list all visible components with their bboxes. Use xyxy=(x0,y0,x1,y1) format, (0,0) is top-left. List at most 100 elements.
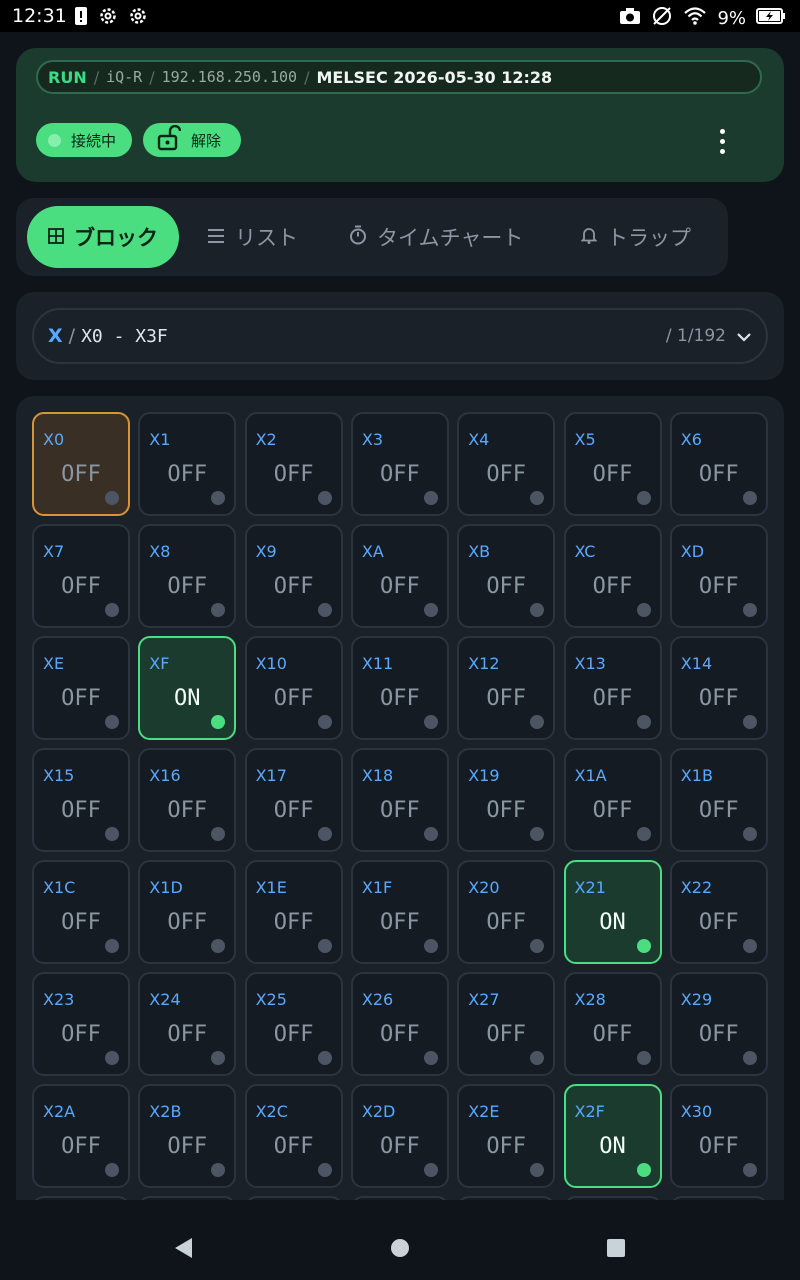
connection-path-bar[interactable]: RUN / iQ-R / 192.168.250.100 / MELSEC 20… xyxy=(36,60,762,94)
device-cell-x25[interactable]: X25 OFF xyxy=(244,972,343,1076)
device-cell-x29[interactable]: X29 OFF xyxy=(669,972,768,1076)
device-cell-x2c[interactable]: X2C OFF xyxy=(244,1084,343,1188)
device-cell-x8[interactable]: X8 OFF xyxy=(138,524,237,628)
device-cell-xe[interactable]: XE OFF xyxy=(32,636,130,740)
device-state: OFF xyxy=(592,1022,633,1047)
device-cell-x5[interactable]: X5 OFF xyxy=(563,412,662,516)
status-led-icon xyxy=(530,939,545,953)
device-cell-x0[interactable]: X0 OFF xyxy=(32,412,130,516)
tab-time-chart[interactable]: タイムチャート xyxy=(349,206,523,268)
device-label: X1 xyxy=(149,430,171,449)
device-cell-x21[interactable]: X21 ON xyxy=(563,860,662,964)
device-label: X8 xyxy=(149,542,171,561)
device-cell-xa[interactable]: XA OFF xyxy=(350,524,449,628)
device-label: X15 xyxy=(43,766,75,785)
device-label: X2E xyxy=(468,1102,500,1121)
device-cell-partial[interactable] xyxy=(244,1196,343,1200)
device-cell-x3[interactable]: X3 OFF xyxy=(350,412,449,516)
device-cell-x24[interactable]: X24 OFF xyxy=(138,972,237,1076)
device-cell-x28[interactable]: X28 OFF xyxy=(563,972,662,1076)
tab-trap[interactable]: トラップ xyxy=(580,206,691,268)
device-cell-x1c[interactable]: X1C OFF xyxy=(32,860,130,964)
device-cell-x22[interactable]: X22 OFF xyxy=(669,860,768,964)
tab-block[interactable]: ブロック xyxy=(27,206,179,268)
device-cell-partial[interactable] xyxy=(350,1196,449,1200)
device-cell-x1[interactable]: X1 OFF xyxy=(138,412,237,516)
device-cell-x1b[interactable]: X1B OFF xyxy=(669,748,768,852)
view-tabs: ブロック リスト タイムチャート トラップ xyxy=(16,198,728,276)
device-cell-x1e[interactable]: X1E OFF xyxy=(244,860,343,964)
device-cell-x27[interactable]: X27 OFF xyxy=(457,972,556,1076)
device-cell-xc[interactable]: XC OFF xyxy=(563,524,662,628)
device-label: X2C xyxy=(255,1102,288,1121)
device-state: OFF xyxy=(380,686,420,711)
device-label: X6 xyxy=(680,430,702,449)
device-state: OFF xyxy=(698,1022,739,1047)
device-cell-x13[interactable]: X13 OFF xyxy=(563,636,662,740)
device-cell-x2d[interactable]: X2D OFF xyxy=(350,1084,449,1188)
device-cell-x2b[interactable]: X2B OFF xyxy=(138,1084,237,1188)
device-cell-x1f[interactable]: X1F OFF xyxy=(350,860,449,964)
device-cell-x10[interactable]: X10 OFF xyxy=(244,636,343,740)
device-cell-x17[interactable]: X17 OFF xyxy=(244,748,343,852)
device-label: X2A xyxy=(43,1102,76,1121)
alert-icon xyxy=(74,6,88,30)
plc-info: MELSEC 2026-05-30 12:28 xyxy=(316,67,553,87)
device-cell-partial[interactable] xyxy=(563,1196,662,1200)
status-led-icon xyxy=(105,603,119,617)
device-state: OFF xyxy=(61,686,101,711)
device-cell-x9[interactable]: X9 OFF xyxy=(244,524,343,628)
device-cell-x15[interactable]: X15 OFF xyxy=(32,748,130,852)
status-led-icon xyxy=(742,491,757,505)
device-cell-x2[interactable]: X2 OFF xyxy=(244,412,343,516)
device-label: X29 xyxy=(680,990,713,1009)
device-cell-x30[interactable]: X30 OFF xyxy=(669,1084,768,1188)
page-indicator: / 1/192 xyxy=(665,326,726,346)
connection-status-chip[interactable]: 接続中 xyxy=(36,123,132,157)
back-icon[interactable] xyxy=(172,1236,194,1264)
device-label: X21 xyxy=(574,878,606,897)
status-led-icon xyxy=(530,827,545,841)
bell-icon xyxy=(580,225,607,249)
device-cell-x16[interactable]: X16 OFF xyxy=(138,748,237,852)
clock: 12:31 xyxy=(12,5,67,27)
device-cell-x23[interactable]: X23 OFF xyxy=(32,972,130,1076)
device-cell-x19[interactable]: X19 OFF xyxy=(457,748,556,852)
device-cell-x11[interactable]: X11 OFF xyxy=(350,636,449,740)
device-cell-xd[interactable]: XD OFF xyxy=(669,524,768,628)
device-cell-x14[interactable]: X14 OFF xyxy=(669,636,768,740)
device-state: OFF xyxy=(167,574,208,599)
more-options-button[interactable] xyxy=(712,124,732,158)
status-led-icon xyxy=(105,939,119,953)
device-cell-x6[interactable]: X6 OFF xyxy=(669,412,768,516)
device-cell-x2a[interactable]: X2A OFF xyxy=(32,1084,130,1188)
range-selector-panel: X / X0 - X3F / 1/192 xyxy=(16,292,784,380)
ip-address: 192.168.250.100 xyxy=(161,68,298,86)
device-cell-xb[interactable]: XB OFF xyxy=(457,524,556,628)
device-cell-xf[interactable]: XF ON xyxy=(138,636,237,740)
device-cell-x2e[interactable]: X2E OFF xyxy=(457,1084,556,1188)
device-cell-x7[interactable]: X7 OFF xyxy=(32,524,130,628)
device-cell-partial[interactable] xyxy=(457,1196,556,1200)
recents-icon[interactable] xyxy=(605,1236,627,1264)
device-cell-x4[interactable]: X4 OFF xyxy=(457,412,556,516)
device-cell-x18[interactable]: X18 OFF xyxy=(350,748,449,852)
device-cell-x1d[interactable]: X1D OFF xyxy=(138,860,237,964)
device-cell-x26[interactable]: X26 OFF xyxy=(350,972,449,1076)
device-range-dropdown[interactable]: X / X0 - X3F / 1/192 xyxy=(32,308,768,364)
device-cell-partial[interactable] xyxy=(138,1196,237,1200)
device-cell-partial[interactable] xyxy=(32,1196,130,1200)
device-cell-x1a[interactable]: X1A OFF xyxy=(563,748,662,852)
status-led-icon xyxy=(742,939,757,953)
device-label: X20 xyxy=(468,878,500,897)
device-cell-partial[interactable] xyxy=(669,1196,768,1200)
home-icon[interactable] xyxy=(389,1236,411,1264)
unlock-chip[interactable]: 解除 xyxy=(143,123,241,157)
tab-label: リスト xyxy=(235,226,298,250)
device-cell-x12[interactable]: X12 OFF xyxy=(457,636,556,740)
device-label: X2D xyxy=(361,1102,396,1121)
device-cell-x2f[interactable]: X2F ON xyxy=(563,1084,662,1188)
tab-list[interactable]: リスト xyxy=(207,206,298,268)
status-led-icon xyxy=(530,491,545,505)
device-cell-x20[interactable]: X20 OFF xyxy=(457,860,556,964)
